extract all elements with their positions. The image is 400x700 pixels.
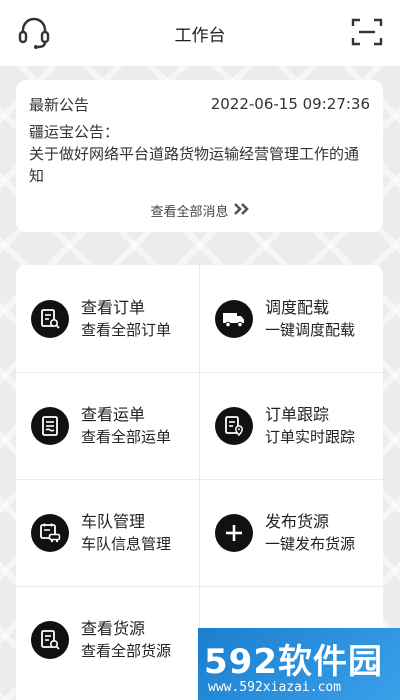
grid-item-title: 查看订单: [81, 297, 146, 317]
grid-item-view-cargo[interactable]: 查看货源 查看全部货源: [16, 586, 199, 693]
notice-card[interactable]: 最新公告 2022-06-15 09:27:36 疆运宝公告： 关于做好网络平台…: [16, 80, 383, 232]
cargo-search-icon: [31, 620, 69, 659]
fleet-icon: [31, 513, 69, 552]
grid-item-view-orders[interactable]: 查看订单 查看全部订单: [16, 265, 199, 372]
notice-header: 最新公告 2022-06-15 09:27:36: [29, 94, 370, 114]
truck-icon: [215, 299, 253, 338]
grid-item-view-waybills[interactable]: 查看运单 查看全部运单: [16, 372, 199, 479]
headset-icon[interactable]: [17, 15, 51, 51]
double-chevron-right-icon: [233, 202, 249, 219]
top-bar: 工作台: [0, 0, 400, 66]
grid-item-subtitle: 一键发布货源: [265, 534, 356, 553]
grid-item-subtitle: 查看全部货源: [81, 641, 172, 660]
watermark-logo: 592软件园 www.592xiazai.com: [198, 628, 400, 700]
grid-item-subtitle: 车队信息管理: [81, 534, 172, 553]
watermark-url: www.592xiazai.com: [208, 680, 342, 695]
notice-label: 最新公告: [29, 95, 90, 114]
grid-item-fleet-management[interactable]: 车队管理 车队信息管理: [16, 479, 199, 586]
view-all-messages-label: 查看全部消息: [150, 205, 229, 220]
grid-item-subtitle: 查看全部订单: [81, 320, 172, 339]
order-tracking-icon: [215, 406, 253, 445]
notice-datetime: 2022-06-15 09:27:36: [210, 95, 370, 113]
grid-item-title: 发布货源: [265, 511, 330, 531]
grid-item-title: 调度配载: [265, 297, 330, 317]
page-title: 工作台: [174, 25, 226, 46]
grid-item-order-tracking[interactable]: 订单跟踪 订单实时跟踪: [200, 372, 383, 479]
grid-item-subtitle: 订单实时跟踪: [265, 427, 356, 446]
grid-item-title: 订单跟踪: [265, 404, 330, 424]
plus-icon: [215, 513, 253, 552]
watermark-brand: 592软件园: [204, 642, 383, 682]
notice-title: 关于做好网络平台道路货物运输经营管理工作的通知: [29, 145, 360, 185]
grid-item-dispatch[interactable]: 调度配载 一键调度配载: [200, 265, 383, 372]
grid-item-title: 查看货源: [81, 618, 146, 638]
waybill-icon: [31, 406, 69, 445]
grid-item-title: 车队管理: [81, 511, 146, 531]
order-list-icon: [31, 299, 69, 338]
notice-source: 疆运宝公告：: [29, 123, 120, 141]
notice-body: 疆运宝公告： 关于做好网络平台道路货物运输经营管理工作的通知: [29, 121, 370, 187]
scan-icon[interactable]: [351, 17, 383, 47]
grid-item-publish-cargo[interactable]: 发布货源 一键发布货源: [200, 479, 383, 586]
grid-item-subtitle: 一键调度配载: [265, 320, 356, 339]
grid-item-title: 查看运单: [81, 404, 146, 424]
grid-item-subtitle: 查看全部运单: [81, 427, 172, 446]
view-all-messages-link[interactable]: 查看全部消息: [16, 201, 383, 220]
